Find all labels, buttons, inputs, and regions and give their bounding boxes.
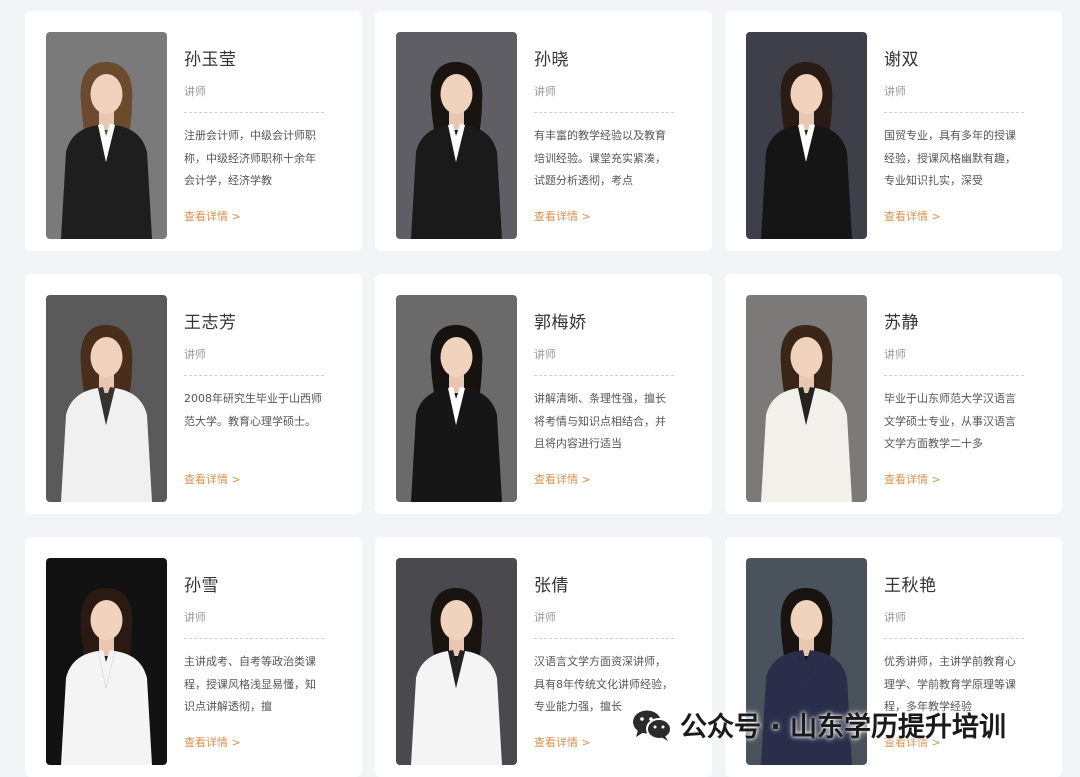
teacher-name: 王志芳 bbox=[184, 313, 237, 333]
view-details-link[interactable]: 查看详情 > bbox=[184, 208, 241, 224]
teacher-name: 郭梅娇 bbox=[534, 313, 587, 333]
teacher-photo bbox=[396, 558, 517, 765]
teacher-role: 讲师 bbox=[184, 348, 206, 361]
teacher-photo bbox=[396, 32, 517, 239]
teacher-card[interactable]: 郭梅娇讲师讲解清晰、条理性强，擅长将考情与知识点相结合，并且将内容进行适当查看详… bbox=[375, 274, 712, 514]
divider bbox=[534, 112, 674, 113]
teacher-description: 2008年研究生毕业于山西师范大学。教育心理学硕士。 bbox=[184, 392, 322, 428]
teacher-description: 讲解清晰、条理性强，擅长将考情与知识点相结合，并且将内容进行适当 bbox=[534, 392, 666, 450]
teacher-card[interactable]: 苏静讲师毕业于山东师范大学汉语言文学硕士专业，从事汉语言文学方面教学二十多查看详… bbox=[725, 274, 1062, 514]
divider bbox=[534, 375, 674, 376]
teacher-description: 主讲成考、自考等政治类课程，授课风格浅显易懂，知识点讲解透彻，擅 bbox=[184, 655, 316, 713]
divider bbox=[184, 638, 324, 639]
view-details-link[interactable]: 查看详情 > bbox=[184, 734, 241, 750]
teacher-name: 孙雪 bbox=[184, 576, 219, 596]
teacher-photo bbox=[46, 295, 167, 502]
divider bbox=[184, 112, 324, 113]
divider bbox=[534, 638, 674, 639]
teacher-card[interactable]: 孙晓讲师有丰富的教学经验以及教育培训经验。课堂充实紧凑，试题分析透彻，考点查看详… bbox=[375, 11, 712, 251]
teacher-photo bbox=[746, 295, 867, 502]
teacher-name: 王秋艳 bbox=[884, 576, 937, 596]
teacher-name: 孙玉莹 bbox=[184, 50, 237, 70]
watermark: 公众号 · 山东学历提升培训 bbox=[632, 705, 1006, 744]
divider bbox=[184, 375, 324, 376]
teacher-role: 讲师 bbox=[884, 348, 906, 361]
teacher-role: 讲师 bbox=[184, 85, 206, 98]
divider bbox=[884, 638, 1024, 639]
teacher-role: 讲师 bbox=[534, 348, 556, 361]
teacher-card[interactable]: 谢双讲师国贸专业，具有多年的授课经验，授课风格幽默有趣，专业知识扎实，深受查看详… bbox=[725, 11, 1062, 251]
watermark-text: 公众号 · 山东学历提升培训 bbox=[680, 712, 1007, 743]
view-details-link[interactable]: 查看详情 > bbox=[534, 471, 591, 487]
teacher-role: 讲师 bbox=[534, 611, 556, 624]
teacher-description: 毕业于山东师范大学汉语言文学硕士专业，从事汉语言文学方面教学二十多 bbox=[884, 392, 1016, 450]
teacher-name: 苏静 bbox=[884, 313, 919, 333]
teacher-description: 注册会计师，中级会计师职称，中级经济师职称十余年会计学，经济学教 bbox=[184, 129, 316, 187]
teacher-card[interactable]: 孙玉莹讲师注册会计师，中级会计师职称，中级经济师职称十余年会计学，经济学教查看详… bbox=[25, 11, 362, 251]
view-details-link[interactable]: 查看详情 > bbox=[184, 471, 241, 487]
teacher-description: 国贸专业，具有多年的授课经验，授课风格幽默有趣，专业知识扎实，深受 bbox=[884, 129, 1016, 187]
teacher-photo bbox=[46, 32, 167, 239]
teacher-photo bbox=[46, 558, 167, 765]
divider bbox=[884, 112, 1024, 113]
view-details-link[interactable]: 查看详情 > bbox=[884, 208, 941, 224]
view-details-link[interactable]: 查看详情 > bbox=[884, 471, 941, 487]
teacher-name: 张倩 bbox=[534, 576, 569, 596]
teacher-card[interactable]: 王志芳讲师 2008年研究生毕业于山西师范大学。教育心理学硕士。查看详情 > bbox=[25, 274, 362, 514]
view-details-link[interactable]: 查看详情 > bbox=[534, 734, 591, 750]
teacher-name: 孙晓 bbox=[534, 50, 569, 70]
teacher-role: 讲师 bbox=[534, 85, 556, 98]
teacher-role: 讲师 bbox=[184, 611, 206, 624]
teacher-card[interactable]: 孙雪讲师主讲成考、自考等政治类课程，授课风格浅显易懂，知识点讲解透彻，擅查看详情… bbox=[25, 537, 362, 777]
teacher-grid: 孙玉莹 讲师 注册会计师，中级会计师职称，中级经济师职称十余年会计学，经济学教 查看详… bbox=[25, 11, 1062, 777]
teacher-photo bbox=[396, 295, 517, 502]
divider bbox=[884, 375, 1024, 376]
teacher-role: 讲师 bbox=[884, 611, 906, 624]
teacher-photo bbox=[746, 32, 867, 239]
wechat-icon bbox=[633, 710, 672, 741]
teacher-description: 有丰富的教学经验以及教育培训经验。课堂充实紧凑，试题分析透彻，考点 bbox=[534, 129, 666, 187]
view-details-link[interactable]: 查看详情 > bbox=[534, 208, 591, 224]
teacher-name: 谢双 bbox=[884, 50, 919, 70]
teacher-role: 讲师 bbox=[884, 85, 906, 98]
